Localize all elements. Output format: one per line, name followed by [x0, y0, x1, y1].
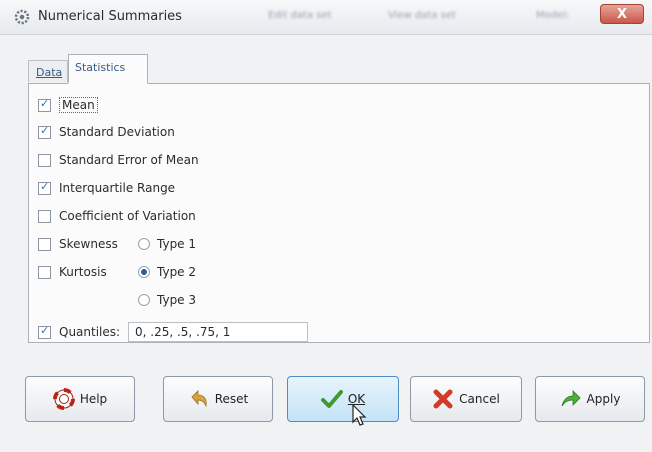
mean-label: Mean — [59, 97, 98, 113]
taskbar-item: View data set — [388, 10, 456, 21]
mean-option[interactable]: Mean — [38, 97, 98, 113]
dialog-window: Numerical Summaries Edit data set View d… — [0, 0, 652, 452]
type3-radio[interactable] — [138, 294, 150, 306]
tab-data[interactable]: Data — [28, 60, 68, 82]
close-icon: X — [616, 6, 628, 22]
quantiles-option[interactable]: Quantiles: — [38, 324, 121, 339]
reset-button[interactable]: Reset — [163, 376, 273, 422]
kurtosis-label: Kurtosis — [59, 265, 107, 279]
window-title: Numerical Summaries — [38, 9, 182, 24]
apply-button[interactable]: Apply — [535, 376, 645, 422]
taskbar-item: Model: — [536, 10, 570, 21]
quantiles-checkbox[interactable] — [38, 324, 51, 339]
kurtosis-checkbox[interactable] — [38, 265, 51, 279]
type1-radio-option[interactable]: Type 1 — [138, 237, 196, 251]
type2-radio[interactable] — [138, 266, 150, 278]
se-label: Standard Error of Mean — [59, 153, 199, 167]
kurtosis-option[interactable]: Kurtosis — [38, 265, 107, 279]
mean-checkbox[interactable] — [38, 97, 51, 112]
type1-radio[interactable] — [138, 238, 150, 250]
sd-label: Standard Deviation — [59, 125, 175, 139]
tab-statistics[interactable]: Statistics — [68, 54, 148, 84]
reset-label: Reset — [214, 392, 249, 406]
ok-button[interactable]: OK — [287, 376, 399, 422]
close-button[interactable]: X — [600, 4, 644, 24]
mouse-cursor-icon — [352, 404, 367, 426]
type1-label: Type 1 — [157, 237, 197, 251]
green-arrow-icon — [561, 390, 581, 407]
iqr-checkbox[interactable] — [38, 180, 51, 195]
cv-checkbox[interactable] — [38, 209, 51, 223]
tab-data-label: Data — [36, 66, 63, 79]
type3-radio-option[interactable]: Type 3 — [138, 293, 196, 307]
checkmark-icon — [320, 390, 343, 408]
tab-statistics-label: Statistics — [75, 61, 126, 74]
iqr-label: Interquartile Range — [59, 181, 176, 195]
skewness-label: Skewness — [59, 237, 118, 251]
help-button[interactable]: Help — [25, 376, 135, 422]
gear-icon — [14, 9, 30, 25]
taskbar-item: Edit data set — [268, 10, 332, 21]
cv-option[interactable]: Coefficient of Variation — [38, 209, 196, 223]
skewness-option[interactable]: Skewness — [38, 237, 118, 251]
apply-label: Apply — [586, 392, 621, 406]
red-x-icon — [433, 389, 453, 409]
lifebuoy-icon — [52, 388, 75, 410]
type2-radio-option[interactable]: Type 2 — [138, 265, 196, 279]
cancel-label: Cancel — [459, 392, 500, 406]
quantiles-input[interactable] — [128, 322, 308, 342]
help-label: Help — [79, 392, 108, 406]
type2-label: Type 2 — [157, 265, 197, 279]
skewness-checkbox[interactable] — [38, 237, 51, 251]
sd-option[interactable]: Standard Deviation — [38, 124, 175, 139]
cv-label: Coefficient of Variation — [59, 209, 196, 223]
se-option[interactable]: Standard Error of Mean — [38, 153, 199, 167]
se-checkbox[interactable] — [38, 153, 51, 167]
cancel-button[interactable]: Cancel — [410, 376, 522, 422]
type3-label: Type 3 — [157, 293, 197, 307]
undo-arrow-icon — [191, 390, 207, 408]
sd-checkbox[interactable] — [38, 124, 51, 139]
title-bar: Numerical Summaries Edit data set View d… — [0, 0, 652, 35]
quantiles-label: Quantiles: — [59, 325, 121, 339]
iqr-option[interactable]: Interquartile Range — [38, 180, 176, 195]
